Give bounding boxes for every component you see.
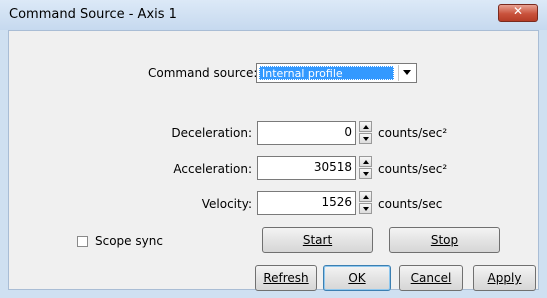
chevron-down-icon[interactable] bbox=[398, 65, 415, 81]
cancel-button[interactable]: Cancel bbox=[399, 265, 463, 291]
spin-down-icon[interactable] bbox=[359, 133, 372, 144]
command-source-label: Command source: bbox=[148, 66, 258, 80]
acceleration-unit: counts/sec² bbox=[378, 162, 448, 176]
command-source-select[interactable]: Internal profile bbox=[256, 63, 417, 83]
spin-up-icon[interactable] bbox=[359, 121, 372, 132]
window-title: Command Source - Axis 1 bbox=[9, 7, 177, 22]
close-button[interactable]: ✕ bbox=[498, 4, 538, 22]
acceleration-input[interactable]: 30518 bbox=[257, 156, 356, 180]
acceleration-label: Acceleration: bbox=[173, 162, 252, 176]
cancel-button-label: Cancel bbox=[410, 271, 452, 285]
refresh-button-label: Refresh bbox=[263, 271, 309, 285]
stop-button[interactable]: Stop bbox=[389, 227, 500, 253]
velocity-spinner[interactable] bbox=[359, 191, 372, 215]
command-source-value: Internal profile bbox=[259, 66, 394, 80]
apply-button-label: Apply bbox=[487, 271, 522, 285]
apply-button[interactable]: Apply bbox=[473, 265, 536, 291]
refresh-button[interactable]: Refresh bbox=[255, 265, 317, 291]
ok-button[interactable]: OK bbox=[323, 265, 391, 291]
deceleration-spinner[interactable] bbox=[359, 121, 372, 145]
ok-button-label: OK bbox=[348, 271, 366, 285]
stop-button-label: Stop bbox=[430, 233, 459, 247]
spin-down-icon[interactable] bbox=[359, 168, 372, 179]
velocity-unit: counts/sec bbox=[378, 197, 443, 211]
close-icon: ✕ bbox=[512, 4, 524, 18]
deceleration-unit: counts/sec² bbox=[378, 126, 448, 140]
velocity-label: Velocity: bbox=[201, 197, 252, 211]
spin-up-icon[interactable] bbox=[359, 156, 372, 167]
velocity-input[interactable]: 1526 bbox=[257, 191, 356, 215]
spin-up-icon[interactable] bbox=[359, 191, 372, 202]
deceleration-label: Deceleration: bbox=[171, 126, 252, 140]
deceleration-input[interactable]: 0 bbox=[257, 121, 356, 145]
title-bar[interactable]: Command Source - Axis 1 ✕ bbox=[0, 0, 547, 30]
dialog-window: Command Source - Axis 1 ✕ Command source… bbox=[0, 0, 547, 298]
spin-down-icon[interactable] bbox=[359, 203, 372, 214]
scope-sync-label[interactable]: Scope sync bbox=[95, 234, 163, 248]
scope-sync-checkbox[interactable] bbox=[77, 236, 88, 247]
start-button-label: Start bbox=[302, 233, 333, 247]
start-button[interactable]: Start bbox=[262, 227, 373, 253]
acceleration-spinner[interactable] bbox=[359, 156, 372, 180]
